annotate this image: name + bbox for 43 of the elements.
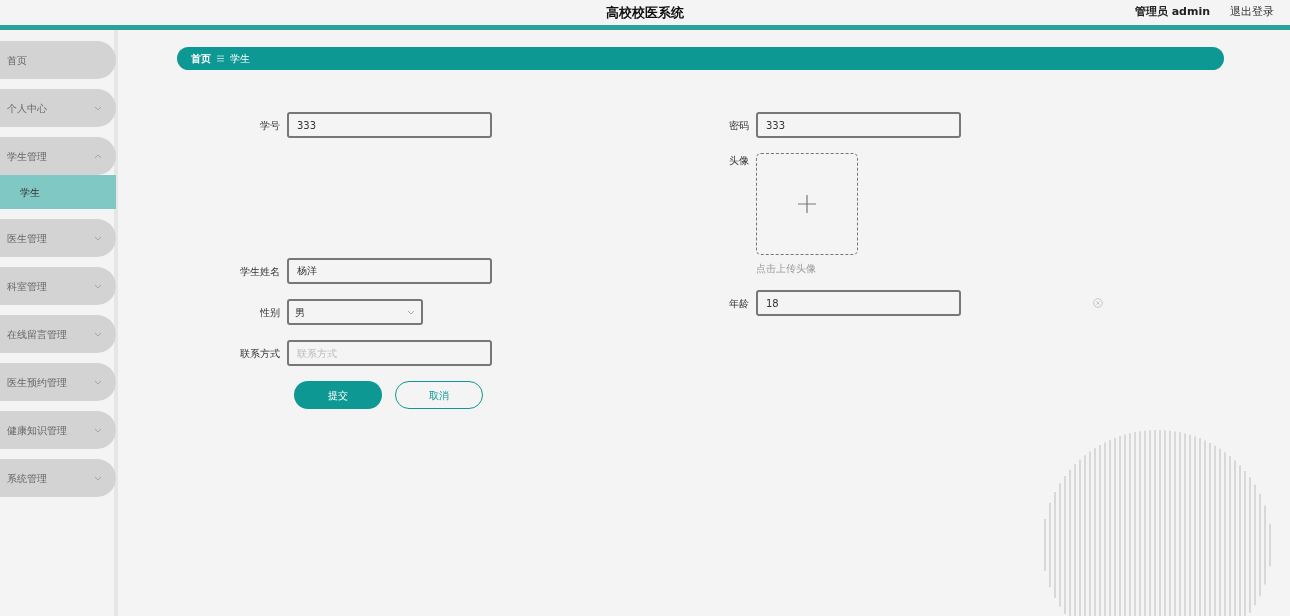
gender-select[interactable]: 男 bbox=[287, 299, 423, 325]
input-field[interactable]: 杨洋 bbox=[287, 258, 492, 284]
field-label: 学号 bbox=[259, 118, 281, 133]
input-field[interactable]: 18 bbox=[756, 290, 961, 316]
chevron-down-icon bbox=[94, 235, 102, 241]
chevron-down-icon bbox=[94, 331, 102, 337]
sidebar-item[interactable]: 医生预约管理 bbox=[0, 363, 116, 401]
submit-button[interactable]: 提交 bbox=[294, 381, 382, 409]
breadcrumb-link[interactable]: 首页 bbox=[191, 51, 211, 66]
chevron-up-icon bbox=[94, 153, 102, 159]
breadcrumb-current: 学生 bbox=[230, 52, 250, 66]
sidebar-subitem[interactable]: 学生 bbox=[0, 175, 116, 209]
menu-icon bbox=[217, 55, 224, 62]
field-label: 头像 bbox=[728, 154, 750, 168]
sidebar-item[interactable]: 学生管理 bbox=[0, 137, 116, 175]
chevron-down-icon bbox=[94, 475, 102, 481]
sidebar-item[interactable]: 医生管理 bbox=[0, 219, 116, 257]
sidebar-item[interactable]: 健康知识管理 bbox=[0, 411, 116, 449]
chevron-down-icon bbox=[407, 309, 415, 315]
sidebar-item[interactable]: 科室管理 bbox=[0, 267, 116, 305]
chevron-down-icon bbox=[94, 105, 102, 111]
clear-icon[interactable] bbox=[1093, 298, 1103, 308]
app-title: 高校校医系统 bbox=[606, 3, 684, 22]
field-label: 联系方式 bbox=[239, 346, 281, 361]
input-field[interactable]: 333 bbox=[756, 112, 961, 138]
sidebar-item[interactable]: 个人中心 bbox=[0, 89, 116, 127]
upload-hint: 点击上传头像 bbox=[756, 263, 817, 275]
sidebar-item[interactable]: 在线留言管理 bbox=[0, 315, 116, 353]
field-label: 年龄 bbox=[728, 296, 750, 311]
select-value: 男 bbox=[295, 305, 305, 320]
chevron-down-icon bbox=[94, 379, 102, 385]
avatar-upload[interactable] bbox=[756, 153, 858, 255]
chevron-down-icon bbox=[94, 427, 102, 433]
field-label: 学生姓名 bbox=[239, 264, 281, 279]
field-label: 性别 bbox=[259, 305, 281, 320]
chevron-down-icon bbox=[94, 283, 102, 289]
logout-link[interactable]: 退出登录 bbox=[1230, 4, 1274, 21]
field-label: 密码 bbox=[728, 118, 750, 133]
sidebar-item[interactable]: 系统管理 bbox=[0, 459, 116, 497]
plus-icon bbox=[798, 195, 816, 213]
sidebar-item[interactable]: 首页 bbox=[0, 41, 116, 79]
input-field[interactable]: 333 bbox=[287, 112, 492, 138]
user-name: 管理员 admin bbox=[1134, 4, 1210, 21]
